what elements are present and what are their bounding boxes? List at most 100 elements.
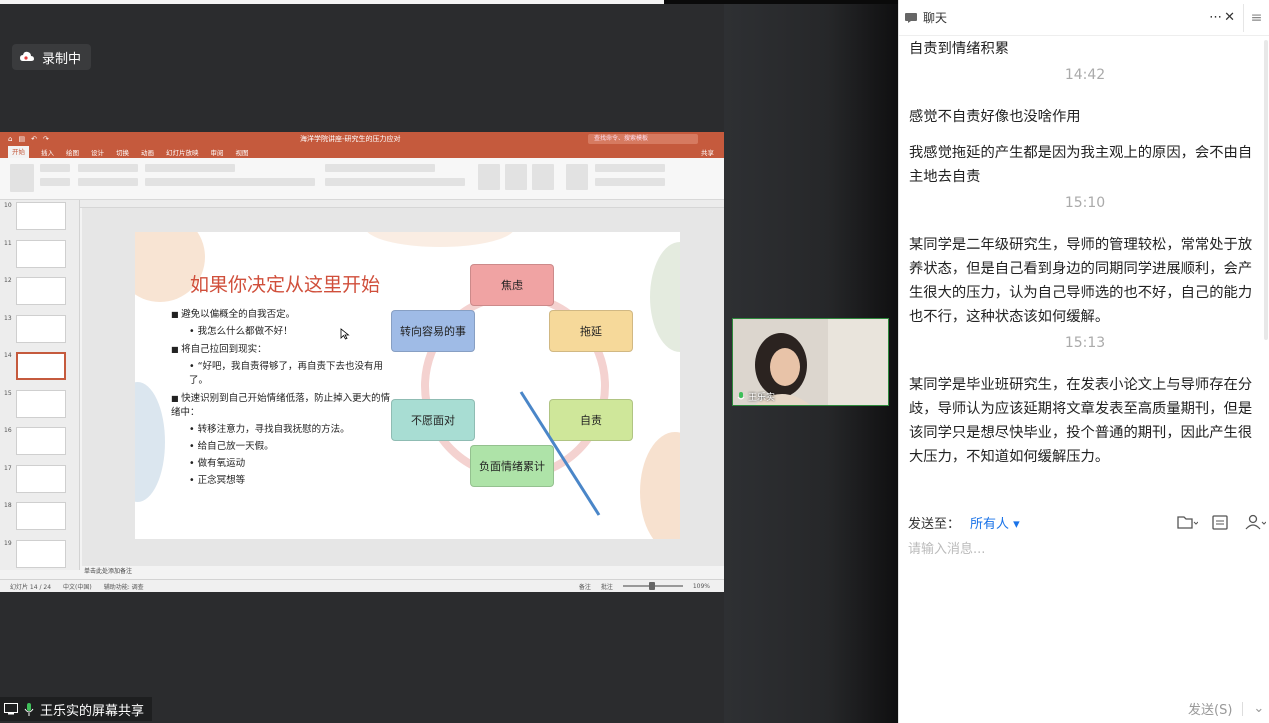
slide-thumbnail[interactable] — [16, 352, 66, 380]
chat-icon — [905, 12, 917, 23]
thumbnail-number: 12 — [4, 277, 12, 284]
slide-thumbnail[interactable] — [16, 427, 66, 455]
current-slide: 如果你决定从这里开始 避免以偏概全的自我否定。我怎么什么都做不好！ 将自己拉回到现… — [135, 232, 680, 539]
ppt-tab[interactable]: 绘图 — [66, 147, 79, 157]
ppt-titlebar: ⌂ ▤ ↶ ↷ 海洋学院讲座-研究生的压力应对 查找命令、搜索模板 — [0, 132, 724, 146]
screenshot-icon[interactable] — [1210, 513, 1232, 531]
chat-input[interactable]: 请输入消息... — [908, 538, 985, 557]
chat-timestamp: 15:13 — [1064, 335, 1106, 351]
send-to-label: 发送至： — [908, 517, 961, 532]
user-icon[interactable] — [1244, 513, 1266, 531]
screen-share-text: 王乐实的屏幕共享 — [40, 703, 145, 719]
ppt-tab[interactable]: 视图 — [236, 147, 249, 157]
thumbnail-number: 18 — [4, 502, 12, 509]
slide-bullets: 避免以偏概全的自我否定。我怎么什么都做不好！ 将自己拉回到现实： “好吧，我自责得够… — [171, 304, 391, 488]
thumbnail-number: 16 — [4, 427, 12, 434]
mouse-cursor-icon — [340, 328, 350, 340]
slide-thumbnail[interactable] — [16, 389, 66, 418]
floral-decoration — [365, 232, 515, 247]
quick-access-item[interactable]: ↶ — [31, 135, 37, 143]
slide-bullet-item: 做有氧运动 — [171, 457, 391, 471]
top-edge-dark — [664, 0, 904, 4]
thumbnail-number: 14 — [4, 352, 12, 359]
slide-thumbnail[interactable] — [16, 502, 66, 530]
recording-label: 录制中 — [42, 51, 82, 67]
ppt-tab[interactable]: 动画 — [141, 147, 154, 157]
chat-header: 聊天 ⋯✕ ≡ — [899, 0, 1269, 36]
microphone-icon — [24, 702, 34, 716]
ppt-share-button[interactable]: 共享 — [701, 147, 714, 157]
chat-timestamp: 14:42 — [1064, 67, 1106, 83]
node-avoidance: 不愿面对 — [391, 399, 475, 441]
chat-message: 我感觉拖延的产生都是因为我主观上的原因，会不由自主地去自责 — [909, 145, 1253, 185]
status-notes-button[interactable]: 备注 — [579, 582, 591, 591]
slide-thumbnail[interactable] — [16, 239, 66, 268]
participant-video[interactable]: 王乐实 — [732, 318, 889, 406]
ppt-tab[interactable]: 切换 — [116, 147, 129, 157]
slide-thumbnail[interactable] — [16, 539, 66, 568]
slide-bullet-item: 将自己拉回到现实： — [171, 343, 391, 357]
status-accessibility[interactable]: 辅助功能: 调查 — [104, 582, 144, 591]
node-easy-task: 转向容易的事 — [391, 310, 475, 352]
send-controls: 发送(S) ⌄ — [1188, 699, 1264, 718]
send-divider — [1242, 701, 1244, 716]
top-edge — [0, 0, 664, 4]
send-to-row: 发送至： 所有人 ▾ — [908, 513, 1020, 532]
chat-message: 感觉不自责好像也没啥作用 — [909, 109, 1081, 125]
participant-name: 王乐实 — [748, 393, 776, 403]
quick-access-toolbar: ⌂ ▤ ↶ ↷ — [8, 135, 49, 143]
slide-thumbnail[interactable] — [16, 277, 66, 305]
file-icon[interactable] — [1176, 513, 1198, 531]
chat-message: 自责到情绪积累 — [909, 41, 1010, 57]
slide-bullet-item: “好吧，我自责得够了，再自责下去也没有用了。 — [171, 360, 391, 388]
ppt-tab[interactable]: 插入 — [41, 147, 54, 157]
participant-name-tag: 王乐实 — [737, 390, 775, 403]
chat-more-close-controls[interactable]: ⋯✕ — [1209, 10, 1237, 25]
quick-access-item[interactable]: ⌂ — [8, 135, 12, 143]
slide-bullet-item: 我怎么什么都做不好！ — [171, 325, 391, 339]
ppt-ribbon — [0, 158, 724, 200]
slide-thumbnail[interactable] — [16, 464, 66, 493]
ppt-tab[interactable]: 设计 — [91, 147, 104, 157]
thumbnail-number: 17 — [4, 464, 12, 472]
ppt-doc-title: 海洋学院讲座-研究生的压力应对 — [300, 135, 401, 143]
chat-timestamp: 15:10 — [1064, 195, 1106, 211]
screen-share-label[interactable]: 王乐实的屏幕共享 — [0, 697, 153, 721]
ppt-tab[interactable]: 开始 — [8, 146, 29, 158]
chat-message-list: 自责到情绪积累 14:42 感觉不自责好像也没啥作用我感觉拖延的产生都是因为我主观上… — [909, 36, 1261, 469]
screen-share-icon — [4, 703, 18, 715]
slide-title: 如果你决定从这里开始 — [190, 274, 381, 296]
slash-line-annotation — [519, 391, 601, 516]
ppt-tab[interactable]: 审阅 — [211, 147, 224, 157]
status-slide-count: 幻灯片 14 / 24 — [10, 583, 52, 591]
thumbnail-number: 11 — [4, 239, 12, 247]
send-to-dropdown[interactable]: 所有人 ▾ — [970, 517, 1020, 532]
ppt-search-input[interactable]: 查找命令、搜索模板 — [588, 134, 698, 144]
quick-access-item[interactable]: ▤ — [18, 135, 25, 143]
ppt-status-bar: 幻灯片 14 / 24 中文(中国) 辅助功能: 调查 备注 批注 109% — [0, 579, 724, 592]
node-anxiety: 焦虑 — [470, 264, 554, 306]
quick-access-item[interactable]: ↷ — [43, 135, 49, 143]
ppt-tab[interactable]: 幻灯片放映 — [166, 147, 199, 157]
ppt-ribbon-tabs: 开始 插入 绘图 设计 切换 动画 幻灯片放映 审阅 视图 共享 — [0, 146, 724, 158]
chat-title: 聊天 — [923, 11, 948, 25]
cloud-icon — [20, 51, 34, 61]
notes-pane[interactable]: 单击此处添加备注 — [80, 566, 724, 576]
slide-bullet-item: 转移注意力，寻找自我抚慰的方法。 — [171, 423, 391, 437]
thumbnail-number: 13 — [4, 314, 12, 322]
ppt-ruler — [80, 200, 724, 208]
slide-thumbnail[interactable] — [16, 202, 66, 230]
chat-menu-icon[interactable]: ≡ — [1243, 4, 1269, 32]
slide-bullet-item: 正念冥想等 — [171, 474, 391, 488]
recording-indicator[interactable]: 录制中 — [12, 44, 92, 70]
slide-thumbnail[interactable] — [16, 314, 66, 343]
zoom-level[interactable]: 109% — [693, 583, 710, 590]
send-button[interactable]: 发送(S) — [1188, 699, 1232, 718]
node-procrastination: 拖延 — [549, 310, 633, 352]
chat-scrollbar[interactable] — [1264, 40, 1268, 340]
send-options-chevron-icon[interactable]: ⌄ — [1253, 701, 1264, 716]
thumbnail-number: 10 — [4, 202, 12, 209]
status-comments-button[interactable]: 批注 — [601, 582, 613, 591]
slide-thumbnails-panel: 10 11 12 13 14 15 16 17 18 19 — [0, 200, 80, 570]
zoom-slider[interactable] — [622, 582, 683, 590]
